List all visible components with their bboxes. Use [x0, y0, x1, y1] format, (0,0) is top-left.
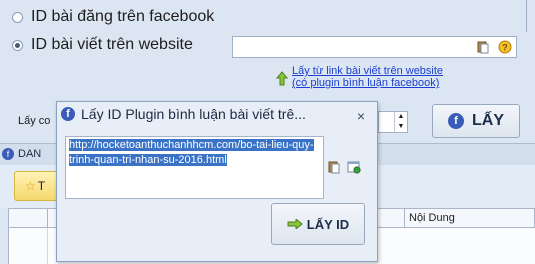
website-post-radio[interactable]: [12, 39, 23, 51]
arrow-up-icon: [276, 71, 288, 86]
plugin-id-dialog: f Lấy ID Plugin bình luận bài viết trê..…: [56, 101, 378, 262]
paste-icon[interactable]: [327, 160, 341, 174]
grid-col-divider-1: [47, 209, 48, 227]
plugin-url-text: http://hocketoanthuchanhhcm.com/bo-tai-l…: [69, 139, 314, 166]
option-facebook-post[interactable]: ID bài đăng trên facebook: [12, 8, 214, 26]
dialog-title: Lấy ID Plugin bình luận bài viết trê...: [81, 106, 306, 122]
star-icon: ☆: [25, 179, 36, 193]
svg-text:?: ?: [502, 43, 508, 53]
dialog-close-button[interactable]: ×: [353, 109, 369, 123]
get-id-button[interactable]: LẤY ID: [271, 203, 365, 245]
lay-button[interactable]: f LẤY: [432, 104, 520, 138]
arrow-right-icon: [287, 219, 303, 229]
dialog-title-bar: f Lấy ID Plugin bình luận bài viết trê..…: [61, 106, 306, 122]
favorite-button[interactable]: ☆ T: [14, 171, 62, 201]
lay-prefix-label: Lấy co: [18, 115, 51, 127]
help-icon[interactable]: ?: [498, 40, 512, 54]
stepper-arrows[interactable]: ▲ ▼: [394, 112, 407, 132]
grid-col-divider-2: [404, 209, 405, 227]
website-link[interactable]: Lấy từ link bài viết trên website (có pl…: [292, 65, 443, 89]
open-browser-icon[interactable]: [347, 160, 361, 174]
get-id-button-label: LẤY ID: [306, 216, 350, 232]
option-website-post[interactable]: ID bài viết trên website: [12, 36, 193, 54]
paste-icon[interactable]: [476, 40, 490, 54]
grid-header-content: Nội Dung: [409, 212, 455, 224]
facebook-post-label: ID bài đăng trên facebook: [31, 8, 215, 25]
number-stepper[interactable]: ▲ ▼: [378, 111, 408, 133]
facebook-tab-icon: f: [2, 148, 14, 160]
grid-body-divider: [47, 228, 48, 264]
tab-label: DAN: [18, 148, 42, 160]
facebook-icon: f: [448, 113, 464, 129]
website-link-line1: Lấy từ link bài viết trên website: [292, 65, 444, 77]
divider: [526, 0, 527, 32]
lay-button-label: LẤY: [472, 112, 504, 129]
favorite-button-label: T: [37, 179, 46, 193]
website-post-label: ID bài viết trên website: [31, 36, 193, 53]
website-link-line2: (có plugin bình luận facebook): [292, 77, 440, 89]
facebook-logo-icon: f: [61, 107, 75, 121]
website-url-input[interactable]: [232, 36, 517, 58]
plugin-url-textarea[interactable]: http://hocketoanthuchanhhcm.com/bo-tai-l…: [65, 136, 324, 199]
tab-danh-sach[interactable]: f DAN: [2, 145, 41, 163]
facebook-post-radio[interactable]: [12, 11, 23, 23]
